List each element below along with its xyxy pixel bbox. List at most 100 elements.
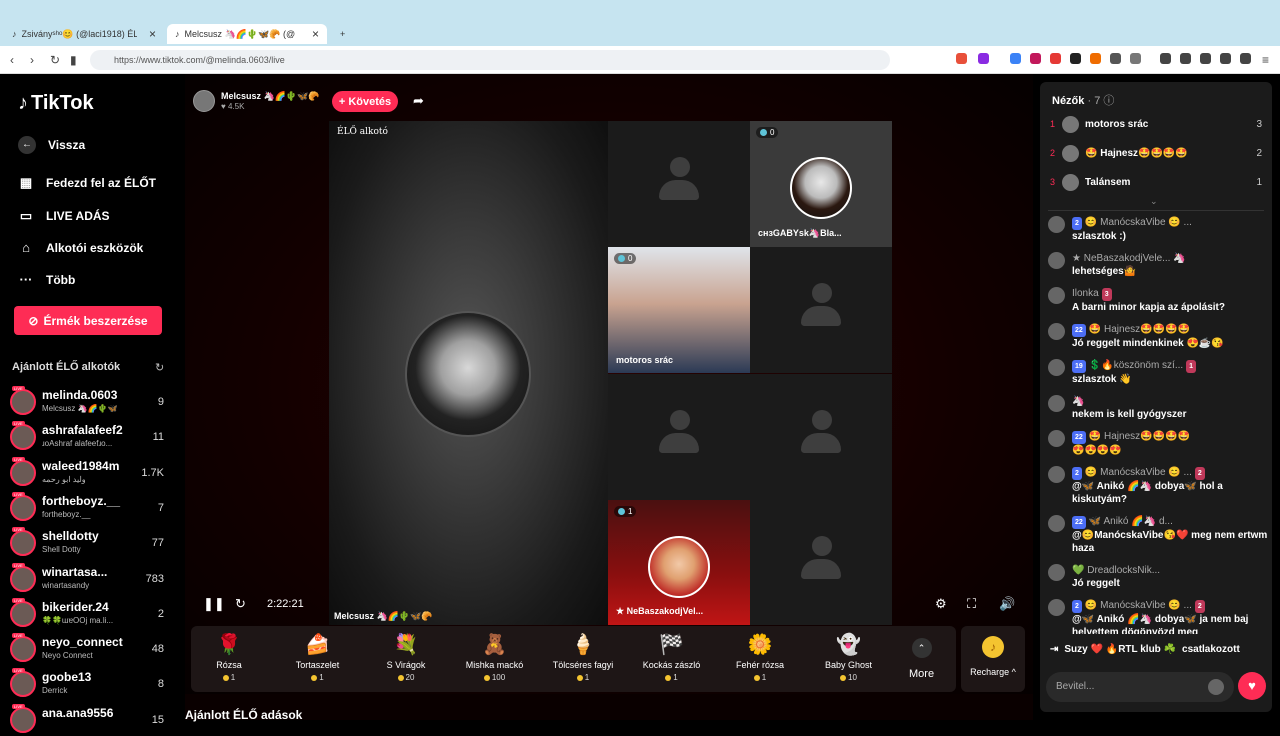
guest-slot-empty[interactable] <box>608 121 750 247</box>
creator-item[interactable]: LIVE waleed1984m وليد ابو رحمه 1.7K <box>10 456 170 489</box>
level-badge: 22 <box>1072 516 1086 529</box>
chat-username[interactable]: Ilonka <box>1072 288 1099 299</box>
top-viewer[interactable]: 2 🤩 Hajnesz🤩🤩🤩🤩 2 <box>1050 145 1264 163</box>
guest-slot-empty[interactable] <box>750 374 892 500</box>
follow-button[interactable]: + Követés <box>332 91 398 112</box>
gift-item[interactable]: 🧸 Mishka mackó 100 <box>451 632 539 682</box>
gift-item[interactable]: 👻 Baby Ghost 10 <box>805 632 893 682</box>
creator-item[interactable]: LIVE fortheboyz.__ fortheboyz.__ 7 <box>10 491 170 524</box>
creator-item[interactable]: LIVE winartasa... winartasandy 783 <box>10 562 170 595</box>
close-tab-icon[interactable]: × <box>149 27 156 41</box>
share-icon[interactable]: ➦ <box>413 93 424 109</box>
k-ext-icon[interactable] <box>1030 53 1041 64</box>
get-coins-button[interactable]: ⊘ Érmék beszerzése <box>14 306 162 335</box>
gift-item[interactable]: 🍰 Tortaszelet 1 <box>274 632 362 682</box>
nav-explore-live[interactable]: ▦ Fedezd fel az ÉLŐT <box>18 175 156 191</box>
chat-username[interactable]: 💚 DreadlocksNik... <box>1072 565 1160 576</box>
chat-username[interactable]: 😊 ManócskaVibe 😊 ... <box>1085 467 1192 478</box>
chat-username[interactable]: 💲🔥köszönöm szí... <box>1089 360 1183 371</box>
shield-ext-icon[interactable] <box>956 53 967 64</box>
chat-avatar[interactable] <box>1048 252 1065 269</box>
color-ext-icon[interactable] <box>1090 53 1101 64</box>
back-link[interactable]: ← Vissza <box>18 136 85 154</box>
tab-2[interactable]: ♪ Melcsusz 🦄🌈🌵🦋🥐 (@ × <box>167 24 327 44</box>
chat-avatar[interactable] <box>1048 359 1065 376</box>
guest-slot-motoros[interactable]: 0 motoros srác <box>608 247 750 373</box>
sidebar-icon[interactable] <box>1180 53 1191 64</box>
forward-icon[interactable]: › <box>30 53 34 67</box>
vpn-icon[interactable] <box>1240 53 1251 64</box>
new-tab-button[interactable]: + <box>332 24 352 44</box>
chat-input[interactable]: Bevitel... <box>1046 672 1234 702</box>
volume-icon[interactable]: 🔊 <box>999 596 1015 612</box>
url-field[interactable]: https://www.tiktok.com/@melinda.0603/liv… <box>90 50 890 70</box>
emoji-icon[interactable] <box>1208 679 1224 695</box>
gift-icon: 🌹 <box>216 634 242 656</box>
tab-1[interactable]: ♪ Zsiványˢʰᵒ😊 (@laci1918) ÉLŐ s × <box>4 24 164 44</box>
heart-button[interactable]: ♥ <box>1238 672 1266 700</box>
creator-item[interactable]: LIVE goobe13 Derrick 8 <box>10 668 170 700</box>
chat-avatar[interactable] <box>1048 564 1065 581</box>
sparkle-icon[interactable] <box>1220 53 1231 64</box>
chat-avatar[interactable] <box>1048 466 1065 483</box>
chat-username[interactable]: 🦄 <box>1072 396 1084 407</box>
chat-avatar[interactable] <box>1048 323 1065 340</box>
translate-ext-icon[interactable] <box>1010 53 1021 64</box>
guest-slot-empty[interactable] <box>608 374 750 500</box>
chat-username[interactable]: 🤩 Hajnesz🤩🤩🤩🤩 <box>1089 431 1190 442</box>
host-avatar[interactable] <box>193 90 215 112</box>
chevron-down-icon[interactable]: ⌄ <box>1150 196 1158 207</box>
close-tab-icon[interactable]: × <box>312 27 319 41</box>
his-ext-icon[interactable] <box>1050 53 1061 64</box>
fullscreen-icon[interactable]: ⛶ <box>967 596 976 612</box>
gift-item[interactable]: 💐 S Virágok 20 <box>362 632 450 682</box>
chat-username[interactable]: 🤩 Hajnesz🤩🤩🤩🤩 <box>1089 324 1190 335</box>
chat-messages[interactable]: 2 😊 ManócskaVibe 😊 ... szlasztok :) ★ NeBas… <box>1048 216 1268 634</box>
nav-creator-tools[interactable]: ⌂ Alkotói eszközök <box>18 240 143 255</box>
screenshot-icon[interactable] <box>1130 53 1141 64</box>
settings-gear-icon[interactable]: ⚙ <box>935 596 947 612</box>
creator-item[interactable]: LIVE neyo_connect Neyo Connect 48 <box>10 633 170 665</box>
top-viewer[interactable]: 3 Talánsem 1 <box>1050 174 1264 192</box>
creator-item[interactable]: LIVE melinda.0603 Melcsusz 🦄🌈🌵🦋 9 <box>10 386 170 418</box>
chat-username[interactable]: ★ NeBaszakodjVele... 🦄 <box>1072 253 1186 264</box>
chat-avatar[interactable] <box>1048 515 1065 532</box>
chat-avatar[interactable] <box>1048 216 1065 233</box>
tiktok-logo[interactable]: ♪ TikTok <box>18 92 94 115</box>
chat-username[interactable]: 😊 ManócskaVibe 😊 ... <box>1085 217 1192 228</box>
creator-item[interactable]: LIVE shelldotty Shell Dotty 77 <box>10 527 170 559</box>
wallet-icon[interactable] <box>1200 53 1211 64</box>
guest-slot-gaby[interactable]: 0 ᴄʜɜGABYsk🦄Bla... <box>750 121 892 247</box>
more-gifts-button[interactable]: ⌃ More <box>909 638 934 680</box>
pause-icon[interactable]: ❚❚ <box>203 596 225 612</box>
menu-icon[interactable]: ≡ <box>1262 53 1269 67</box>
chat-username[interactable]: 😊 ManócskaVibe 😊 ... <box>1085 600 1192 611</box>
chat-avatar[interactable] <box>1048 430 1065 447</box>
gift-item[interactable]: 🏁 Kockás zászló 1 <box>628 632 716 682</box>
nav-go-live[interactable]: ▭ LIVE ADÁS <box>18 208 110 224</box>
top-viewer[interactable]: 1 motoros srác 3 <box>1050 116 1264 134</box>
creator-item[interactable]: LIVE bikerider.24 🍀🍀ɯɐOOj ma.li... 2 <box>10 597 170 630</box>
gift-item[interactable]: 🌼 Fehér rózsa 1 <box>716 632 804 682</box>
recharge-button[interactable]: ♪ Recharge ^ <box>961 626 1025 692</box>
chat-username[interactable]: 🦋 Anikó 🌈🦄 d... <box>1089 516 1173 527</box>
vid-ext-icon[interactable] <box>1070 53 1081 64</box>
reload-icon[interactable]: ↻ <box>50 53 60 67</box>
triangle-ext-icon[interactable] <box>978 53 989 64</box>
chat-avatar[interactable] <box>1048 287 1065 304</box>
back-icon[interactable]: ‹ <box>10 53 14 67</box>
guest-slot-empty[interactable] <box>750 247 892 373</box>
chat-avatar[interactable] <box>1048 599 1065 616</box>
music-icon[interactable] <box>1160 53 1171 64</box>
creator-item[interactable]: LIVE ashrafalafeef2 ɹoAshraf alafeefɹo... 1… <box>10 421 170 453</box>
refresh-icon[interactable]: ↻ <box>155 361 164 374</box>
puzzle-icon[interactable] <box>1110 53 1121 64</box>
nav-more[interactable]: ··· Több <box>18 272 76 287</box>
chat-avatar[interactable] <box>1048 395 1065 412</box>
creator-name: shelldotty <box>42 529 99 544</box>
replay-icon[interactable]: ↻ <box>235 596 246 612</box>
gift-item[interactable]: 🌹 Rózsa 1 <box>185 632 273 682</box>
gift-item[interactable]: 🍦 Tölcséres fagyi 1 <box>539 632 627 682</box>
bookmark-icon[interactable]: ▮ <box>70 53 77 67</box>
host-name[interactable]: Melcsusz 🦄🌈🌵🦋🥐 <box>221 91 320 102</box>
